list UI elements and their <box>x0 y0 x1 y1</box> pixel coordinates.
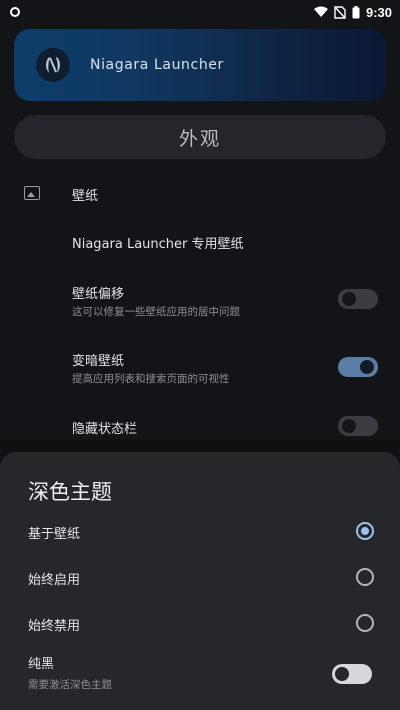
dim-wallpaper-row[interactable]: 变暗壁纸 提高应用列表和搜索页面的可视性 <box>0 347 400 391</box>
niagara-wallpaper-row[interactable]: Niagara Launcher 专用壁纸 <box>0 226 400 256</box>
radio-button[interactable] <box>356 568 374 586</box>
hide-status-bar-title: 隐藏状态栏 <box>72 422 138 437</box>
toggle-knob <box>335 667 349 681</box>
image-icon <box>24 186 40 200</box>
status-bar: 9:30 <box>0 0 400 24</box>
notification-icon <box>10 7 20 17</box>
no-sim-icon <box>334 5 346 19</box>
option-always-on[interactable]: 始终启用 <box>0 557 400 597</box>
toggle-knob <box>360 360 374 374</box>
radio-button-checked[interactable] <box>356 522 374 540</box>
option-label: 基于壁纸 <box>28 527 81 542</box>
wallpaper-offset-title: 壁纸偏移 <box>72 287 125 302</box>
toggle-knob <box>342 292 356 306</box>
wallpaper-offset-subtitle: 这可以修复一些壁纸应用的居中问题 <box>72 306 240 318</box>
radio-button[interactable] <box>356 614 374 632</box>
dark-theme-sheet: 深色主题 基于壁纸 始终启用 始终禁用 纯黑 需要激活深色主题 <box>0 452 400 710</box>
niagara-logo-icon <box>36 48 70 82</box>
wallpaper-header-label: 壁纸 <box>72 189 99 204</box>
hide-status-bar-row[interactable]: 隐藏状态栏 <box>0 414 400 440</box>
option-based-on-wallpaper[interactable]: 基于壁纸 <box>0 511 400 551</box>
toggle-knob <box>342 419 356 433</box>
battery-icon <box>352 5 360 19</box>
pure-black-subtitle: 需要激活深色主题 <box>28 679 112 691</box>
wifi-icon <box>313 6 328 18</box>
pure-black-toggle[interactable] <box>332 664 372 684</box>
option-label: 始终禁用 <box>28 619 81 634</box>
wallpaper-offset-toggle[interactable] <box>338 289 378 309</box>
wallpaper-offset-row[interactable]: 壁纸偏移 这可以修复一些壁纸应用的居中问题 <box>0 280 400 324</box>
dim-wallpaper-title: 变暗壁纸 <box>72 354 125 369</box>
sheet-title: 深色主题 <box>28 480 112 504</box>
hide-status-bar-toggle[interactable] <box>338 416 378 436</box>
banner-title: Niagara Launcher <box>90 57 224 73</box>
option-label: 始终启用 <box>28 573 81 588</box>
dim-wallpaper-toggle[interactable] <box>338 357 378 377</box>
pure-black-title: 纯黑 <box>28 657 55 672</box>
niagara-wallpaper-label: Niagara Launcher 专用壁纸 <box>72 237 244 252</box>
status-time: 9:30 <box>365 4 392 20</box>
wallpaper-header-row: 壁纸 <box>0 180 400 206</box>
dim-wallpaper-subtitle: 提高应用列表和搜索页面的可视性 <box>72 373 230 385</box>
option-always-off[interactable]: 始终禁用 <box>0 603 400 643</box>
launcher-banner[interactable]: Niagara Launcher <box>14 29 386 101</box>
section-title: 外观 <box>14 115 386 159</box>
pure-black-row[interactable]: 纯黑 需要激活深色主题 <box>0 650 400 700</box>
